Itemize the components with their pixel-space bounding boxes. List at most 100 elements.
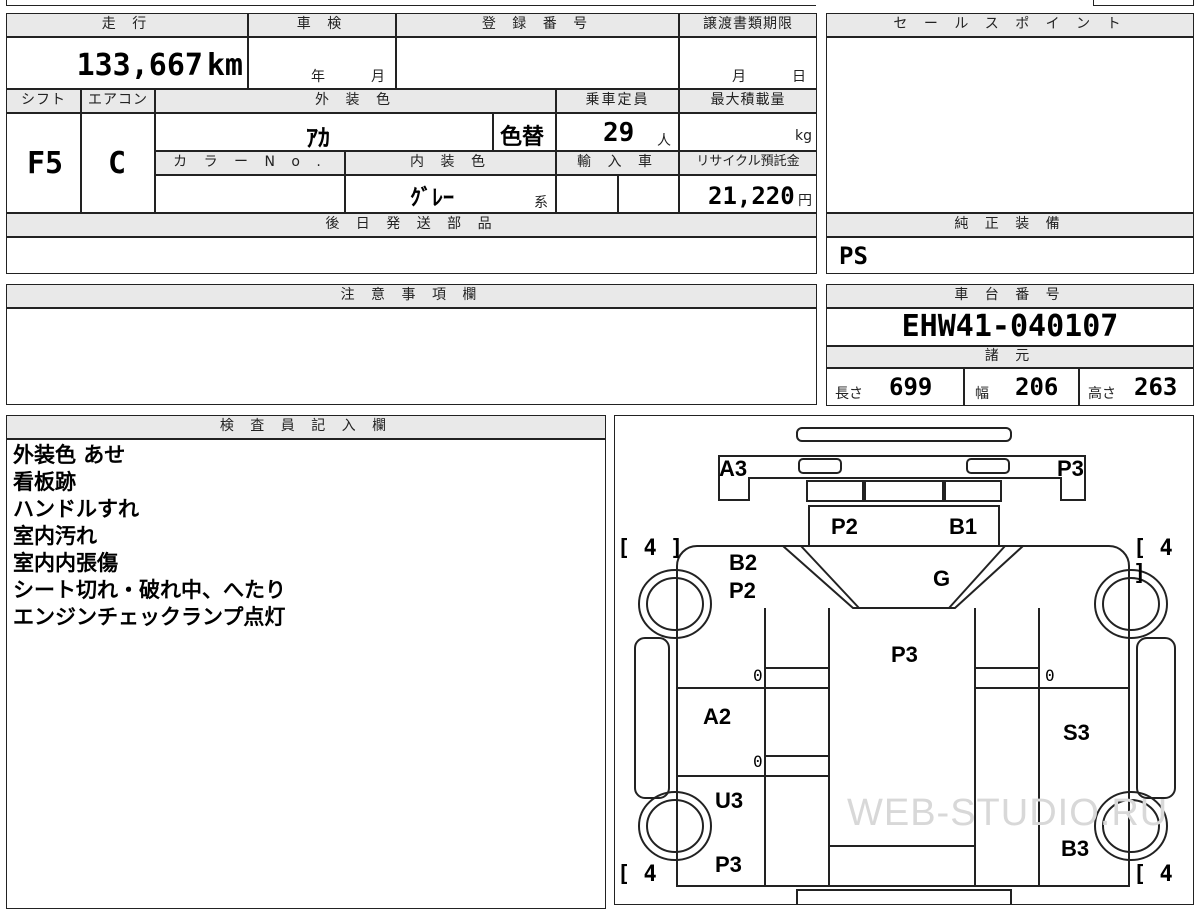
import-cell-b [618, 175, 679, 213]
damage-b3-right-rear: B3 [1061, 836, 1090, 861]
exterior-color-value: ｱｶ [306, 124, 330, 152]
inspector-note-line: 看板跡 [13, 470, 76, 494]
zero-marker: 0 [753, 666, 763, 685]
damage-b1-windshield: B1 [949, 514, 978, 539]
recycle-unit: 円 [798, 193, 812, 209]
top-strip [6, 0, 816, 6]
color-no-header: カ ラ ー N o . [155, 151, 345, 175]
capacity-value: 29 [603, 118, 635, 148]
import-cell-a [556, 175, 618, 213]
shift-cell: F5 [6, 113, 81, 213]
inspector-note-line: 外装色 あせ [13, 443, 126, 467]
recycle-value: 21,220 [708, 182, 795, 210]
aircon-cell: C [81, 113, 155, 213]
chassis-cell: EHW41-040107 [826, 308, 1194, 346]
capacity-header: 乗車定員 [556, 89, 679, 113]
damage-u3-left-rear: U3 [715, 788, 744, 813]
aircon-value: C [108, 146, 127, 181]
deadline-day-unit: 日 [792, 69, 806, 85]
mileage-value: 133,667 [76, 48, 203, 83]
shift-value: F5 [27, 146, 64, 181]
interior-color-cell: ｸﾞﾚｰ 系 [345, 175, 556, 213]
inspector-note-line: ハンドルすれ [13, 497, 139, 521]
spec-length-cell: 長さ 699 [826, 368, 964, 406]
shaken-cell: 年 月 [248, 37, 396, 89]
recycle-cell: 21,220 円 [679, 175, 817, 213]
tire-tread-rear-left: [ 4 [617, 862, 657, 887]
color-no-cell [155, 175, 345, 213]
damage-p3-front-right: P3 [1057, 456, 1084, 481]
spec-height-cell: 高さ 263 [1079, 368, 1194, 406]
damage-p2-windshield: P2 [831, 514, 858, 539]
damage-a2-left: A2 [703, 704, 732, 729]
damage-g-hood: G [933, 566, 951, 591]
damage-diagram: A3 P3 P2 B1 B2 P2 G P3 A2 S3 U3 P3 B3 0 … [614, 415, 1194, 905]
damage-p2-left: P2 [729, 578, 756, 603]
inspector-note-line: エンジンチェックランプ点灯 [13, 605, 286, 629]
capacity-unit: 人 [657, 133, 671, 149]
damage-p3-center: P3 [891, 642, 918, 667]
zero-marker: 0 [1045, 666, 1055, 685]
interior-color-header: 内 装 色 [345, 151, 556, 175]
chassis-number: EHW41-040107 [901, 309, 1119, 344]
interior-color-suffix: 系 [534, 195, 548, 211]
spec-length-label: 長さ [835, 386, 863, 402]
color-change-cell: 色替 [493, 113, 556, 151]
registration-cell [396, 37, 679, 89]
spec-height-value: 263 [1134, 373, 1178, 401]
exterior-color-cell: ｱｶ [155, 113, 493, 152]
shift-header: シフト [6, 89, 81, 113]
shaken-month-unit: 月 [371, 69, 385, 85]
later-parts-header: 後 日 発 送 部 品 [6, 213, 817, 237]
zero-marker: 0 [753, 752, 763, 771]
damage-s3-right: S3 [1063, 720, 1090, 745]
watermark: WEB-STUDIO.RU [847, 792, 1169, 834]
inspector-header: 検 査 員 記 入 欄 [6, 415, 606, 439]
inspector-note-line: 室内内張傷 [13, 551, 118, 575]
tire-tread-front-right: [ 4 ] [1133, 536, 1173, 586]
tire-tread-front-left: [ 4 ] [617, 536, 684, 561]
spec-height-label: 高さ [1088, 386, 1116, 402]
mileage-unit: km [206, 48, 243, 83]
recycle-header: リサイクル預託金 [679, 151, 817, 175]
import-header: 輸 入 車 [556, 151, 679, 175]
mileage-header: 走 行 [6, 13, 248, 37]
spec-length-value: 699 [889, 373, 933, 401]
top-strip-right [1093, 0, 1194, 6]
chassis-header: 車 台 番 号 [826, 284, 1194, 308]
damage-p3-left-rear: P3 [715, 852, 742, 877]
transfer-deadline-cell: 月 日 [679, 37, 817, 89]
color-change-note: 色替 [500, 125, 545, 150]
sales-point-cell [826, 37, 1194, 213]
interior-color-value: ｸﾞﾚｰ [410, 186, 455, 211]
inspector-note-line: シート切れ・破れ中、へたり [13, 578, 286, 602]
transfer-deadline-header: 譲渡書類期限 [679, 13, 817, 37]
mileage-cell: 133,667 km [6, 37, 248, 89]
max-load-cell: kg [679, 113, 817, 151]
notes-cell [6, 308, 817, 405]
tire-tread-rear-right: [ 4 [1133, 862, 1173, 887]
genuine-equipment-value: PS [839, 242, 868, 270]
inspector-notes: 外装色 あせ 看板跡 ハンドルすれ 室内汚れ 室内内張傷 シート切れ・破れ中、へ… [6, 439, 606, 909]
shaken-year-unit: 年 [311, 69, 325, 85]
spec-width-label: 幅 [975, 386, 989, 402]
specs-header: 諸 元 [826, 346, 1194, 368]
deadline-month-unit: 月 [732, 69, 746, 85]
registration-header: 登 録 番 号 [396, 13, 679, 37]
later-parts-cell [6, 237, 817, 274]
notes-header: 注 意 事 項 欄 [6, 284, 817, 308]
exterior-color-header: 外 装 色 [155, 89, 556, 113]
max-load-unit: kg [795, 128, 812, 144]
damage-a3-front-left: A3 [719, 456, 748, 481]
genuine-equipment-cell: PS [826, 237, 1194, 274]
damage-b2-left: B2 [729, 550, 758, 575]
aircon-header: エアコン [81, 89, 155, 113]
sales-point-header: セ ー ル ス ポ イ ン ト [826, 13, 1194, 37]
genuine-equipment-header: 純 正 装 備 [826, 213, 1194, 237]
inspector-note-line: 室内汚れ [13, 524, 97, 548]
spec-width-value: 206 [1015, 373, 1059, 401]
spec-width-cell: 幅 206 [964, 368, 1079, 406]
max-load-header: 最大積載量 [679, 89, 817, 113]
shaken-header: 車 検 [248, 13, 396, 37]
capacity-cell: 29 人 [556, 113, 679, 151]
